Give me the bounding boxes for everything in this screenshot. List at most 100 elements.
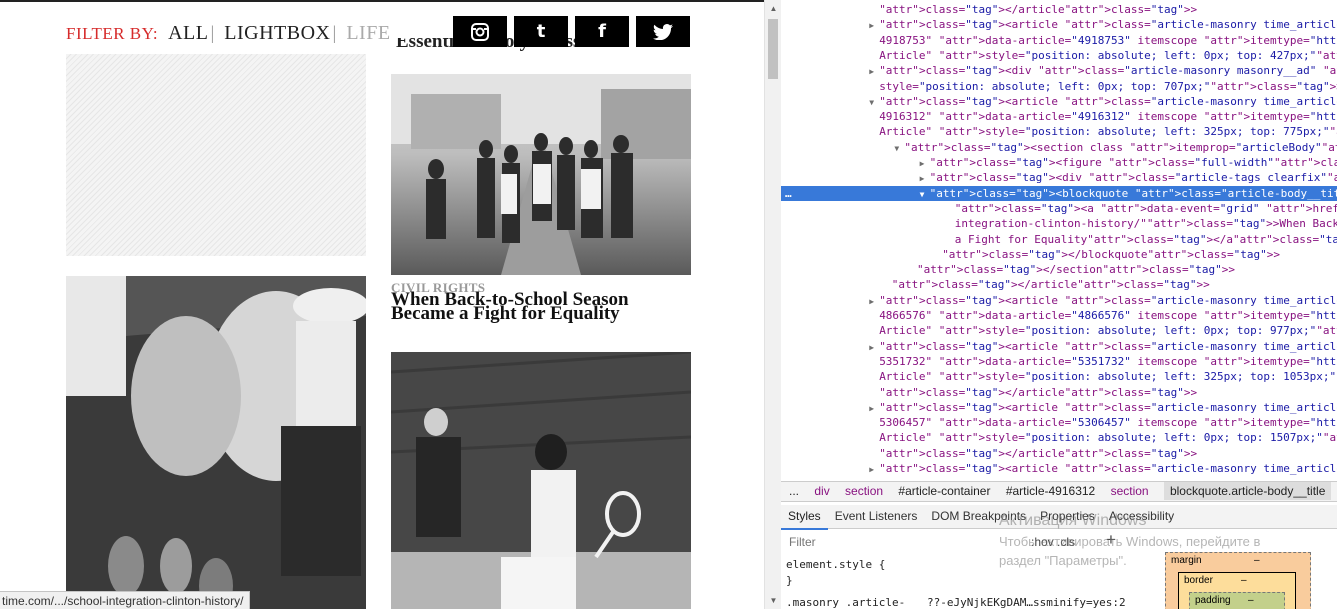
filter-life[interactable]: LIFE: [346, 22, 390, 44]
dom-node-line[interactable]: ▶ "attr">class="tag"><article "attr">clas…: [781, 293, 1337, 308]
expand-triangle-icon[interactable]: ▶: [920, 171, 930, 186]
dom-node-line[interactable]: ▶ "attr">class="tag"><figure "attr">class…: [781, 155, 1337, 170]
dom-node-line[interactable]: integration-clinton-history/""attr">clas…: [781, 216, 1337, 231]
dom-node-markup: 4918753" "attr">data-article="4918753" i…: [879, 33, 1337, 47]
twitter-button[interactable]: [636, 16, 690, 47]
article-photo-dairy-farm[interactable]: [66, 276, 366, 609]
dom-node-line[interactable]: ▼ "attr">class="tag"><section class "attr…: [781, 140, 1337, 155]
dom-node-markup: "attr">class="tag"></section"attr">class…: [917, 263, 1235, 277]
dom-node-markup: "attr">class="tag"></article"attr">class…: [891, 278, 1210, 292]
dom-node-line[interactable]: Article" "attr">style="position: absolut…: [781, 48, 1337, 63]
node-actions-icon[interactable]: …: [785, 186, 792, 201]
collapse-triangle-icon[interactable]: ▼: [894, 141, 904, 156]
breadcrumb-article-id[interactable]: #article-4916312: [1006, 484, 1095, 498]
dom-node-markup: "attr">class="tag"></article"attr">class…: [879, 446, 1198, 460]
dom-node-line[interactable]: Article" "attr">style="position: absolut…: [781, 323, 1337, 338]
windows-activation-watermark: Активация Windows Чтобы активировать Win…: [999, 512, 1260, 568]
dom-node-line[interactable]: ▶ "attr">class="tag"><article "attr">clas…: [781, 339, 1337, 354]
page-scrollbar[interactable]: ▲ ▼: [764, 0, 781, 609]
facebook-icon: f: [598, 21, 606, 42]
dom-node-markup: "attr">class="tag"><a "attr">data-event=…: [954, 201, 1337, 215]
dom-node-line[interactable]: "attr">class="tag"></section"attr">class…: [781, 262, 1337, 277]
tumblr-icon: t: [536, 21, 546, 42]
dom-node-markup: a Fight for Equality"attr">class="tag"><…: [954, 232, 1337, 246]
box-model-padding-value: –: [1248, 595, 1254, 606]
dom-node-line[interactable]: 4918753" "attr">data-article="4918753" i…: [781, 33, 1337, 48]
tab-event-listeners[interactable]: Event Listeners: [828, 505, 925, 528]
scrollbar-thumb[interactable]: [768, 19, 778, 79]
box-model-border[interactable]: border – padding –: [1178, 572, 1296, 609]
expand-triangle-icon[interactable]: ▶: [920, 156, 930, 171]
dom-node-markup: "attr">class="tag"><section class "attr"…: [904, 140, 1337, 154]
breadcrumb-section[interactable]: section: [845, 484, 883, 498]
dom-node-line[interactable]: ▶ "attr">class="tag"><div "attr">class="a…: [781, 63, 1337, 78]
expand-triangle-icon[interactable]: ▶: [869, 294, 879, 309]
dom-node-line[interactable]: 4916312" "attr">data-article="4916312" i…: [781, 109, 1337, 124]
dom-node-line[interactable]: 4866576" "attr">data-article="4866576" i…: [781, 308, 1337, 323]
breadcrumb-more[interactable]: ...: [789, 484, 799, 498]
dom-node-markup: 4916312" "attr">data-article="4916312" i…: [879, 110, 1337, 124]
article-photo-tennis[interactable]: [391, 352, 691, 609]
style-rule-source[interactable]: ??-eJyNjkEKgDAM…ssminify=yes:2: [927, 596, 1126, 609]
tumblr-button[interactable]: t: [514, 16, 568, 47]
expand-triangle-icon[interactable]: ▶: [869, 18, 879, 33]
web-page-viewport: Essential Carolyn Bessette CIV: [0, 0, 764, 609]
watermark-line-1: Активация Windows: [999, 512, 1147, 529]
filter-bar: FILTER BY: ALL | LIGHTBOX | LIFE: [66, 22, 391, 45]
dom-node-line[interactable]: "attr">class="tag"></article"attr">class…: [781, 446, 1337, 461]
dom-node-markup: Article" "attr">style="position: absolut…: [879, 125, 1337, 139]
dom-node-markup: 5306457" "attr">data-article="5306457" i…: [879, 416, 1337, 430]
dom-node-line[interactable]: ▶ "attr">class="tag"><article "attr">clas…: [781, 400, 1337, 415]
expand-triangle-icon[interactable]: ▶: [869, 462, 879, 477]
article-headline[interactable]: When Back-to-School Season Became a Figh…: [391, 290, 691, 323]
expand-triangle-icon[interactable]: ▶: [869, 401, 879, 416]
styles-filter-input[interactable]: Filter: [789, 535, 816, 549]
style-rule-selector[interactable]: .masonry .article-: [786, 596, 905, 609]
style-rule-line[interactable]: element.style {: [786, 558, 885, 571]
dom-node-line[interactable]: "attr">class="tag"></blockquote"attr">cl…: [781, 247, 1337, 262]
breadcrumb-div[interactable]: div: [814, 484, 829, 498]
collapse-triangle-icon[interactable]: ▼: [869, 95, 879, 110]
dom-node-markup: "attr">class="tag"><blockquote "attr">cl…: [929, 186, 1337, 200]
dom-node-line[interactable]: "attr">class="tag"></article"attr">class…: [781, 2, 1337, 17]
article-photo-school-integration[interactable]: [391, 74, 691, 275]
collapse-triangle-icon[interactable]: ▼: [920, 187, 930, 202]
filter-label: FILTER BY:: [66, 24, 159, 43]
box-model-padding[interactable]: padding –: [1189, 592, 1285, 609]
scroll-up-icon[interactable]: ▲: [765, 0, 782, 17]
dom-node-line[interactable]: "attr">class="tag"><a "attr">data-event=…: [781, 201, 1337, 216]
dom-node-line[interactable]: "attr">class="tag"></article"attr">class…: [781, 385, 1337, 400]
dom-node-line[interactable]: ▶ "attr">class="tag"><div "attr">class="a…: [781, 170, 1337, 185]
instagram-icon: [471, 22, 489, 41]
dom-node-line[interactable]: ▼ "attr">class="tag"><article "attr">clas…: [781, 94, 1337, 109]
dom-node-line[interactable]: Article" "attr">style="position: absolut…: [781, 430, 1337, 445]
dom-node-selected[interactable]: … ▼ "attr">class="tag"><blockquote "attr">…: [781, 185, 1337, 202]
dom-node-markup: "attr">class="tag"><figure "attr">class=…: [929, 156, 1337, 169]
elements-dom-tree[interactable]: "attr">class="tag"></article"attr">class…: [781, 0, 1337, 480]
expand-triangle-icon[interactable]: ▶: [869, 340, 879, 355]
dom-node-line[interactable]: "attr">class="tag"></article"attr">class…: [781, 277, 1337, 292]
filter-all[interactable]: ALL: [168, 22, 208, 44]
instagram-button[interactable]: [453, 16, 507, 47]
dom-node-line[interactable]: ▶ "attr">class="tag"><article "attr">clas…: [781, 461, 1337, 476]
photo-school-illustration: [391, 74, 691, 275]
dom-node-line[interactable]: style="position: absolute; left: 0px; to…: [781, 79, 1337, 94]
status-bar-url: time.com/.../school-integration-clinton-…: [0, 591, 251, 609]
filter-lightbox[interactable]: LIGHTBOX: [224, 22, 330, 44]
dom-node-markup: "attr">class="tag"><article "attr">class…: [879, 18, 1337, 32]
dom-node-markup: "attr">class="tag"><article "attr">class…: [879, 293, 1337, 307]
expand-triangle-icon[interactable]: ▶: [869, 64, 879, 79]
dom-node-line[interactable]: Article" "attr">style="position: absolut…: [781, 124, 1337, 139]
breadcrumb-section-2[interactable]: section: [1111, 484, 1149, 498]
breadcrumb-article-container[interactable]: #article-container: [898, 484, 990, 498]
scroll-down-icon[interactable]: ▼: [765, 592, 782, 609]
dom-node-line[interactable]: a Fight for Equality"attr">class="tag"><…: [781, 232, 1337, 247]
dom-node-line[interactable]: 5306457" "attr">data-article="5306457" i…: [781, 415, 1337, 430]
tab-styles[interactable]: Styles: [781, 505, 828, 530]
dom-node-line[interactable]: Article" "attr">style="position: absolut…: [781, 369, 1337, 384]
ad-placeholder: [66, 54, 366, 256]
dom-node-line[interactable]: ▶ "attr">class="tag"><article "attr">clas…: [781, 17, 1337, 32]
facebook-button[interactable]: f: [575, 16, 629, 47]
dom-node-line[interactable]: 5351732" "attr">data-article="5351732" i…: [781, 354, 1337, 369]
breadcrumb-blockquote[interactable]: blockquote.article-body__title: [1163, 482, 1332, 500]
